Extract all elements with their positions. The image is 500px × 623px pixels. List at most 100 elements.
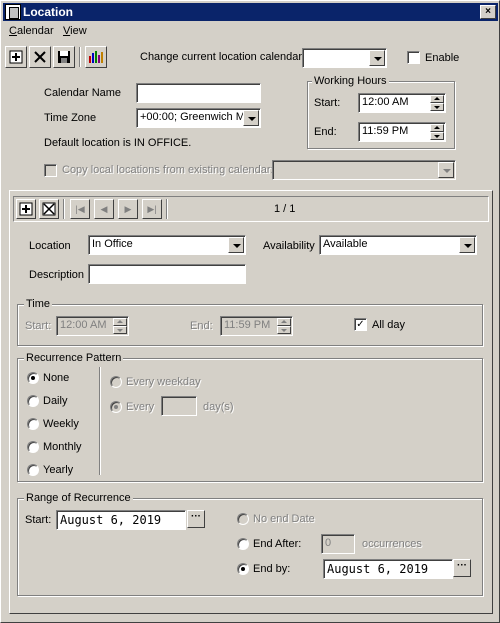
previous-icon: ◀ xyxy=(100,204,108,214)
all-day-checkbox[interactable]: ✓ xyxy=(354,318,367,331)
range-start-picker-button[interactable]: ··· xyxy=(187,510,205,528)
recurrence-daily-radio[interactable] xyxy=(27,395,39,407)
previous-record-button[interactable]: ◀ xyxy=(94,199,114,219)
time-end-spinner[interactable] xyxy=(277,318,291,334)
end-by-date[interactable]: August 6, 2019 xyxy=(323,559,453,579)
spin-up-icon[interactable] xyxy=(113,318,127,326)
every-label: Every xyxy=(126,401,155,413)
report-button[interactable] xyxy=(85,46,107,68)
chevron-down-icon[interactable] xyxy=(228,237,244,253)
last-record-button[interactable]: ▶| xyxy=(142,199,162,219)
end-spinner[interactable] xyxy=(430,124,444,140)
nav-separator xyxy=(63,199,65,219)
time-start-field[interactable]: 12:00 AM xyxy=(56,316,129,336)
change-calendar-label: Change current location calendar xyxy=(140,51,303,63)
all-day-label: All day xyxy=(372,319,406,331)
working-start-label: Start: xyxy=(314,97,341,109)
calendar-name-label: Calendar Name xyxy=(44,87,122,99)
chevron-down-icon[interactable] xyxy=(243,110,259,126)
working-start-field[interactable]: 12:00 AM xyxy=(358,93,446,113)
spin-up-icon[interactable] xyxy=(430,95,444,103)
next-icon: ▶ xyxy=(124,204,132,214)
spin-up-icon[interactable] xyxy=(277,318,291,326)
description-input[interactable] xyxy=(88,264,246,284)
no-end-date-label: No end Date xyxy=(253,513,315,525)
menu-calendar[interactable]: Calendar xyxy=(9,25,54,37)
check-icon: ✓ xyxy=(356,319,365,330)
every-days-input[interactable] xyxy=(161,396,197,416)
recurrence-title: Recurrence Pattern xyxy=(24,352,124,364)
first-record-button[interactable]: |◀ xyxy=(70,199,90,219)
working-hours-title: Working Hours xyxy=(312,75,389,87)
recurrence-yearly-label: Yearly xyxy=(43,464,74,476)
recurrence-monthly-radio[interactable] xyxy=(27,441,39,453)
window-title: Location xyxy=(23,5,73,19)
spin-up-icon[interactable] xyxy=(430,124,444,132)
recurrence-weekly-label: Weekly xyxy=(43,418,79,430)
chevron-down-icon[interactable] xyxy=(369,50,385,66)
end-after-radio[interactable] xyxy=(237,538,249,550)
recurrence-yearly-radio[interactable] xyxy=(27,464,39,476)
next-record-button[interactable]: ▶ xyxy=(118,199,138,219)
spin-down-icon[interactable] xyxy=(430,132,444,140)
time-end-label: End: xyxy=(190,320,213,332)
calendar-name-input[interactable] xyxy=(136,83,261,103)
working-end-label: End: xyxy=(314,126,337,138)
copy-calendar-select[interactable] xyxy=(272,160,456,180)
every-n-days-radio[interactable] xyxy=(110,401,122,413)
recurrence-monthly-label: Monthly xyxy=(43,441,82,453)
last-icon: ▶| xyxy=(147,204,157,214)
spin-down-icon[interactable] xyxy=(430,103,444,111)
range-start-date[interactable]: August 6, 2019 xyxy=(56,510,186,530)
save-icon xyxy=(58,51,70,63)
enable-checkbox[interactable] xyxy=(407,51,420,64)
working-end-field[interactable]: 11:59 PM xyxy=(358,122,446,142)
spin-down-icon[interactable] xyxy=(113,326,127,334)
change-calendar-select[interactable] xyxy=(302,48,387,68)
availability-select[interactable]: Available xyxy=(319,235,477,255)
new-button[interactable] xyxy=(5,46,27,68)
range-title: Range of Recurrence xyxy=(24,492,133,504)
location-select[interactable]: In Office xyxy=(88,235,246,255)
chevron-down-icon[interactable] xyxy=(459,237,475,253)
recurrence-none-label: None xyxy=(43,372,70,384)
save-button[interactable] xyxy=(53,46,75,68)
time-start-label: Start: xyxy=(25,320,52,332)
toolbar-separator xyxy=(79,47,81,67)
delete-icon xyxy=(34,51,46,63)
days-label: day(s) xyxy=(203,401,234,413)
add-icon xyxy=(19,202,33,216)
end-by-radio[interactable] xyxy=(237,563,249,575)
enable-label: Enable xyxy=(425,52,460,64)
recurrence-weekly-radio[interactable] xyxy=(27,418,39,430)
menu-view[interactable]: View xyxy=(63,25,87,37)
record-counter: 1 / 1 xyxy=(274,203,296,215)
end-by-label: End by: xyxy=(253,563,291,575)
recurrence-none-radio[interactable] xyxy=(27,372,39,384)
delete-button[interactable] xyxy=(29,46,51,68)
spin-down-icon[interactable] xyxy=(277,326,291,334)
time-start-spinner[interactable] xyxy=(113,318,127,334)
chevron-down-icon[interactable] xyxy=(438,162,454,178)
every-weekday-radio[interactable] xyxy=(110,376,122,388)
default-location-text: Default location is IN OFFICE. xyxy=(44,137,192,149)
chart-icon xyxy=(89,51,103,63)
copy-locations-checkbox[interactable] xyxy=(44,164,57,177)
time-group-title: Time xyxy=(24,298,53,310)
time-end-field[interactable]: 11:59 PM xyxy=(220,316,293,336)
end-after-input[interactable]: 0 xyxy=(321,534,355,554)
delete-record-icon xyxy=(42,202,56,216)
new-icon xyxy=(9,50,23,64)
end-after-label: End After: xyxy=(253,538,302,550)
location-label: Location xyxy=(29,240,71,252)
start-spinner[interactable] xyxy=(430,95,444,111)
delete-record-button[interactable] xyxy=(39,199,59,219)
add-record-button[interactable] xyxy=(16,199,36,219)
recurrence-pattern-group: Recurrence Pattern xyxy=(17,352,483,482)
time-zone-select[interactable]: +00:00; Greenwich M xyxy=(136,108,261,128)
no-end-date-radio[interactable] xyxy=(237,513,249,525)
end-by-picker-button[interactable]: ··· xyxy=(453,559,471,577)
title-bar: Location × xyxy=(3,3,498,21)
close-button[interactable]: × xyxy=(480,5,496,19)
first-icon: |◀ xyxy=(75,204,85,214)
